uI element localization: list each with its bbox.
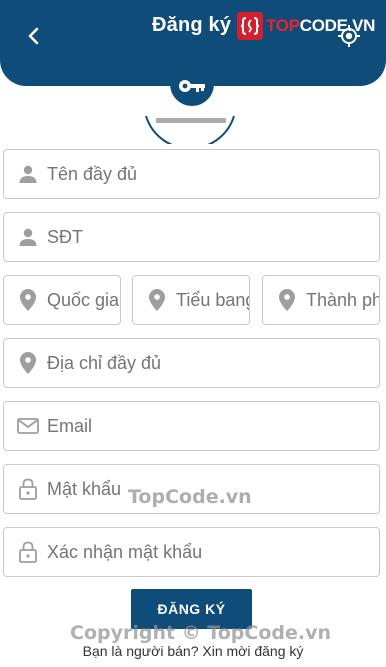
chevron-left-icon	[28, 27, 39, 45]
country-input[interactable]	[47, 289, 120, 311]
full-name-input[interactable]	[47, 163, 379, 185]
map-pin-icon	[146, 289, 168, 311]
country-field[interactable]	[3, 275, 121, 325]
confirm-password-field[interactable]	[3, 527, 380, 577]
register-button[interactable]: ĐĂNG KÝ	[131, 589, 252, 629]
back-button[interactable]	[22, 22, 46, 50]
person-icon	[17, 226, 39, 248]
logo-text-prefix: TOP	[266, 16, 300, 35]
email-field[interactable]	[3, 401, 380, 451]
phone-field[interactable]	[3, 212, 380, 262]
gps-target-icon	[338, 25, 360, 47]
address-field[interactable]	[3, 338, 380, 388]
page-title: Đăng ký	[152, 14, 232, 36]
password-input[interactable]	[47, 478, 379, 500]
lock-icon	[17, 478, 39, 500]
full-name-field[interactable]	[3, 149, 380, 199]
seller-register-link[interactable]: Bạn là người bán? Xin mời đăng ký	[0, 643, 386, 659]
key-icon	[179, 80, 205, 92]
state-field[interactable]	[132, 275, 250, 325]
address-input[interactable]	[47, 352, 379, 374]
locate-button[interactable]	[337, 24, 361, 48]
state-input[interactable]	[176, 289, 249, 311]
map-pin-icon	[17, 352, 39, 374]
mail-icon	[17, 415, 39, 437]
password-field[interactable]	[3, 464, 380, 514]
phone-input[interactable]	[47, 226, 379, 248]
city-input[interactable]	[306, 289, 379, 311]
email-input[interactable]	[47, 415, 379, 437]
person-icon	[17, 163, 39, 185]
city-field[interactable]	[262, 275, 380, 325]
map-pin-icon	[276, 289, 298, 311]
lock-icon	[17, 541, 39, 563]
confirm-password-input[interactable]	[47, 541, 379, 563]
topcode-logo-badge	[237, 12, 263, 40]
map-pin-icon	[17, 289, 39, 311]
